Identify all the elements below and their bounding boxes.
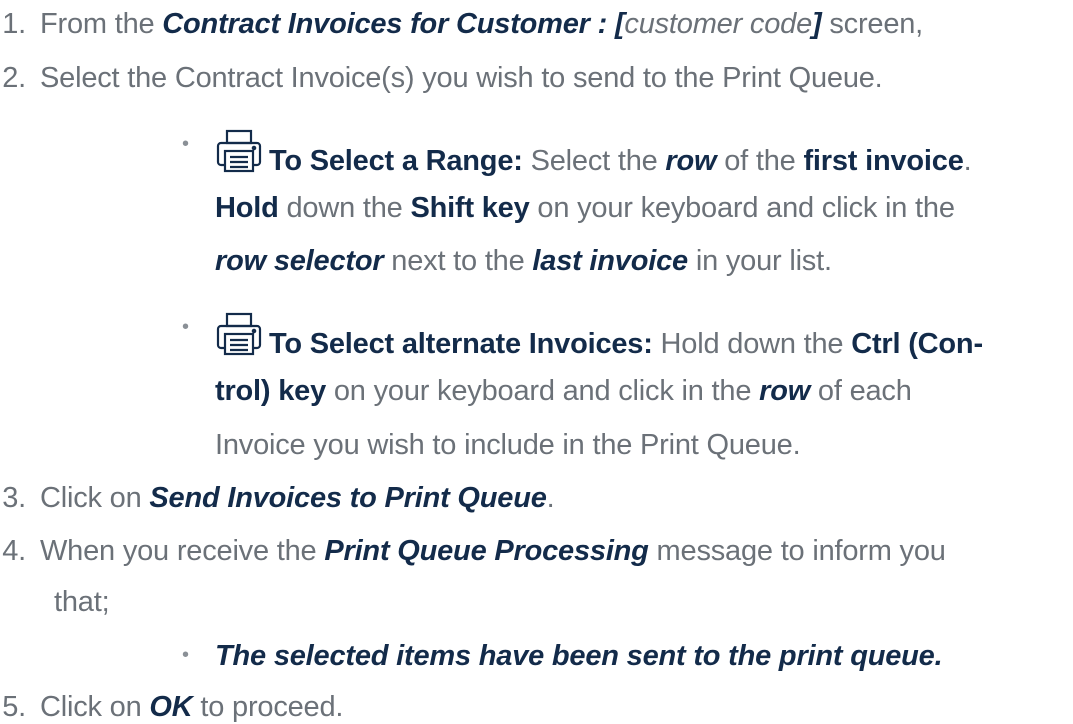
instructions-document: 1. From the Contract Invoices for Custome… <box>0 0 1073 724</box>
tip-heading: To Select a Range: <box>269 145 523 177</box>
emphasis-row-selector: row selector <box>215 245 384 277</box>
bullet-marker: • <box>182 133 190 155</box>
bullet-marker: • <box>182 316 190 338</box>
emphasis-ctrl-key-cont: trol) key <box>215 375 327 407</box>
step-text: When you receive the <box>40 535 325 567</box>
tip-text: next to the <box>383 245 533 277</box>
step-number: 4. <box>2 535 26 567</box>
tip-text: on your keyboard and click in the <box>529 192 955 224</box>
tip-text: in your list. <box>687 245 832 277</box>
screen-name: Contract Invoices for Customer : [ <box>162 8 625 40</box>
step-text: Select the Contract Invoice(s) you wish … <box>40 62 883 94</box>
tip-select-range: To Select a Range: Select the row of the… <box>215 128 972 178</box>
tip-text: down the <box>278 192 411 224</box>
bullet-marker: • <box>182 644 190 666</box>
step-3: 3. Click on Send Invoices to Print Queue. <box>0 481 555 515</box>
step-text: Click on <box>40 691 150 723</box>
emphasis-first-invoice: first invoice <box>803 145 964 177</box>
ok-button-reference: OK <box>149 691 193 723</box>
message-bullet: The selected items have been sent to the… <box>215 639 943 673</box>
step-2: 2. Select the Contract Invoice(s) you wis… <box>0 61 883 95</box>
tip-text: of the <box>716 145 804 177</box>
tip-select-alternate: To Select alternate Invoices: Hold down … <box>215 311 983 361</box>
tip-text: Select the <box>522 145 666 177</box>
step-number: 5. <box>2 691 26 723</box>
step-text-suffix: screen, <box>821 8 924 40</box>
step-4: 4. When you receive the Print Queue Proce… <box>0 534 946 568</box>
emphasis-row: row <box>665 145 717 177</box>
step-text-suffix: message to inform you <box>648 535 946 567</box>
tip-text: of each <box>810 375 912 407</box>
message-name: Print Queue Processing <box>324 535 649 567</box>
emphasis-hold: Hold <box>215 192 279 224</box>
send-invoices-action: Send Invoices to Print Queue <box>149 482 547 514</box>
step-text: From the <box>40 8 163 40</box>
tip-select-alternate-line-2: trol) key on your keyboard and click in … <box>215 374 912 408</box>
tip-select-range-line-2: Hold down the Shift key on your keyboard… <box>215 191 955 225</box>
message-text: The selected items have been sent to the… <box>215 640 943 672</box>
emphasis-shift-key: Shift key <box>410 192 530 224</box>
emphasis-ctrl-key: Ctrl (Con- <box>851 328 983 360</box>
step-text-suffix: . <box>546 482 555 514</box>
step-text: Click on <box>40 482 150 514</box>
customer-code-placeholder: customer code <box>624 8 813 40</box>
tip-text: on your keyboard and click in the <box>326 375 760 407</box>
step-5: 5. Click on OK to proceed. <box>0 690 343 724</box>
tip-text: Invoice you wish to include in the Print… <box>215 429 801 461</box>
step-1: 1. From the Contract Invoices for Custome… <box>0 7 923 41</box>
tip-text: . <box>963 145 972 177</box>
step-number: 2. <box>2 62 26 94</box>
tip-select-range-line-3: row selector next to the last invoice in… <box>215 244 832 278</box>
step-text: that; <box>54 586 110 618</box>
step-number: 3. <box>2 482 26 514</box>
step-text-suffix: to proceed. <box>192 691 344 723</box>
printer-icon <box>215 311 265 357</box>
emphasis-last-invoice: last invoice <box>532 245 688 277</box>
printer-icon <box>215 128 265 174</box>
step-number: 1. <box>2 8 26 40</box>
tip-text: Hold down the <box>652 328 852 360</box>
step-4-continuation: that; <box>54 585 110 619</box>
emphasis-row: row <box>759 375 811 407</box>
tip-heading: To Select alternate Invoices: <box>269 328 653 360</box>
tip-select-alternate-line-3: Invoice you wish to include in the Print… <box>215 428 801 462</box>
